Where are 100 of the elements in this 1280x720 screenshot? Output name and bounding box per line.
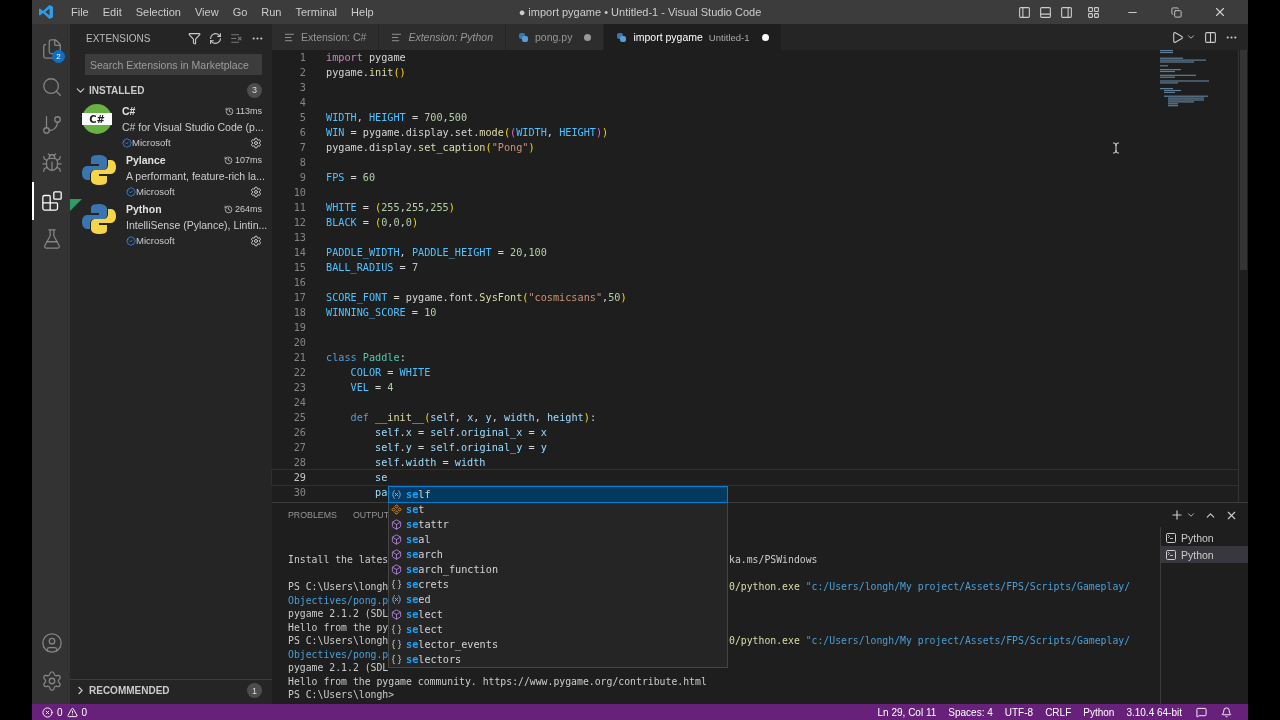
suggestion-item[interactable]: selector_events xyxy=(389,637,727,652)
line-number: 8 xyxy=(298,157,306,168)
line-number: 7 xyxy=(298,142,306,153)
status-item[interactable]: Python xyxy=(1077,706,1121,718)
extension-item[interactable]: Pylance 107ms A performant, feature-rich la... Microsoft xyxy=(70,150,272,199)
suggestion-item[interactable]: set xyxy=(389,502,727,517)
publisher-name: Microsoft xyxy=(136,186,175,198)
run-icon[interactable] xyxy=(1171,30,1184,44)
menu-item[interactable]: Terminal xyxy=(288,6,345,18)
feedback-icon[interactable] xyxy=(1196,706,1207,718)
verified-icon xyxy=(126,186,136,197)
editor-tab[interactable]: pong.py xyxy=(506,24,605,50)
extension-item[interactable]: C# C# 113ms C# for Visual Studio Code (p... Microsoft xyxy=(70,101,272,150)
panel-toggle-icon[interactable] xyxy=(1039,5,1052,19)
terminal-list-item[interactable]: Python xyxy=(1161,529,1248,546)
bell-icon[interactable] xyxy=(1221,706,1232,718)
extension-item[interactable]: Python 264ms IntelliSense (Pylance), Lintin... Microsoft xyxy=(70,199,272,248)
error-icon[interactable] xyxy=(42,706,53,718)
line-number: 24 xyxy=(292,397,306,408)
panel-tab[interactable]: PROBLEMS xyxy=(288,509,337,521)
files-icon xyxy=(41,38,63,60)
line-number: 1 xyxy=(298,52,306,63)
menu-item[interactable]: Go xyxy=(225,6,255,18)
status-item[interactable]: 3.10.4 64-bit xyxy=(1120,706,1188,718)
filter-icon[interactable] xyxy=(188,31,201,45)
suggestion-item[interactable]: seed xyxy=(389,592,727,607)
code-line: se xyxy=(374,472,388,483)
code-line: WIN = pygame.display.set.mode((WIDTH, HEIGHT)) xyxy=(326,127,609,138)
settings-icon[interactable] xyxy=(250,185,262,198)
menu-item[interactable]: Run xyxy=(254,6,289,18)
code-line: class Paddle: xyxy=(326,352,406,363)
terminal-link[interactable]: Objectives/pong.p xyxy=(288,593,389,607)
braces-icon xyxy=(391,624,402,635)
menu-item[interactable]: View xyxy=(187,6,226,18)
code-line: WINNING_SCORE = 10 xyxy=(326,307,437,318)
editor-tab[interactable]: Extension: C# xyxy=(272,24,380,50)
status-item[interactable]: Ln 29, Col 11 xyxy=(871,706,943,718)
plus-icon[interactable] xyxy=(1170,508,1184,522)
menu-item[interactable]: File xyxy=(64,6,96,18)
secondary-sidebar-icon[interactable] xyxy=(1060,5,1073,19)
layout-icon[interactable] xyxy=(1087,5,1100,19)
suggestion-item[interactable]: search xyxy=(389,547,727,562)
line-number: 13 xyxy=(292,232,306,243)
warning-count[interactable]: 0 xyxy=(81,706,88,718)
section-title[interactable]: INSTALLED xyxy=(89,84,145,96)
menu-item[interactable]: Edit xyxy=(95,6,129,18)
menu-item[interactable]: Help xyxy=(344,6,381,18)
refresh-icon[interactable] xyxy=(209,31,222,45)
warning-icon[interactable] xyxy=(66,706,78,718)
terminal-link[interactable]: Objectives/pong.p xyxy=(288,647,389,661)
search-field[interactable]: Search Extensions in Marketplace xyxy=(85,54,262,75)
editor-tab[interactable]: import pygame Untitled-1 xyxy=(604,24,782,50)
scrollbar[interactable] xyxy=(1238,50,1248,502)
extension-description: IntelliSense (Pylance), Lintin... xyxy=(126,219,268,231)
split-editor-icon[interactable] xyxy=(1204,30,1217,44)
extension-name: C# xyxy=(122,105,136,118)
line-number: 17 xyxy=(292,292,306,303)
suggestion-item[interactable]: secrets xyxy=(389,577,727,592)
sidebar-toggle-icon[interactable] xyxy=(1018,5,1031,19)
terminal-line: PS C:\Users\longh> xyxy=(288,688,396,702)
suggestion-item[interactable]: seal xyxy=(389,532,727,547)
window-title: ● import pygame • Untitled-1 - Visual Studio Code xyxy=(517,6,763,18)
line-number: 10 xyxy=(292,187,306,198)
menu-item[interactable]: Selection xyxy=(128,6,188,18)
line-number: 11 xyxy=(292,202,306,213)
count-badge: 3 xyxy=(247,82,262,98)
settings-icon[interactable] xyxy=(250,234,262,247)
python-file-icon xyxy=(518,31,529,43)
editor-tab[interactable]: Extension: Python xyxy=(379,24,506,50)
suggestion-item[interactable]: self xyxy=(389,487,727,502)
section-title[interactable]: RECOMMENDED xyxy=(89,685,170,696)
status-item[interactable]: UTF-8 xyxy=(998,706,1040,718)
clock-icon xyxy=(224,155,233,165)
cube-icon xyxy=(391,519,402,530)
error-count[interactable]: 0 xyxy=(57,706,63,718)
status-item[interactable]: Spaces: 4 xyxy=(942,706,999,718)
line-number: 30 xyxy=(292,487,306,498)
chevron-down-icon[interactable] xyxy=(1186,510,1196,520)
variable-icon xyxy=(391,489,402,500)
panel-tab[interactable]: OUTPUT xyxy=(352,509,390,521)
suggestion-item[interactable]: setattr xyxy=(389,517,727,532)
chevron-down-icon[interactable] xyxy=(1186,32,1196,42)
csharp-logo: C# xyxy=(82,104,112,134)
clear-list-icon[interactable] xyxy=(230,31,243,45)
cube-icon xyxy=(391,534,402,545)
terminal-text: pygame 2.1.2 (SDL xyxy=(288,607,389,621)
terminal-line: Hello from the pygame community. https://www.pygame.org/contribute.html xyxy=(288,674,708,688)
tab-detail: Untitled-1 xyxy=(708,31,750,43)
settings-icon[interactable] xyxy=(250,136,262,149)
code-line: FPS = 60 xyxy=(326,172,376,183)
terminal-list-item[interactable]: Python xyxy=(1161,546,1248,563)
line-number: 9 xyxy=(298,172,306,183)
suggestion-item[interactable]: select xyxy=(389,607,727,622)
activity-tab[interactable]: 2 xyxy=(32,30,70,68)
suggestion-item[interactable]: select xyxy=(389,622,727,637)
suggestion-item[interactable]: search_function xyxy=(389,562,727,577)
suggestion-item[interactable]: selectors xyxy=(389,652,727,667)
status-item[interactable]: CRLF xyxy=(1039,706,1078,718)
terminal-icon xyxy=(1165,531,1177,544)
line-number: 23 xyxy=(292,382,306,393)
